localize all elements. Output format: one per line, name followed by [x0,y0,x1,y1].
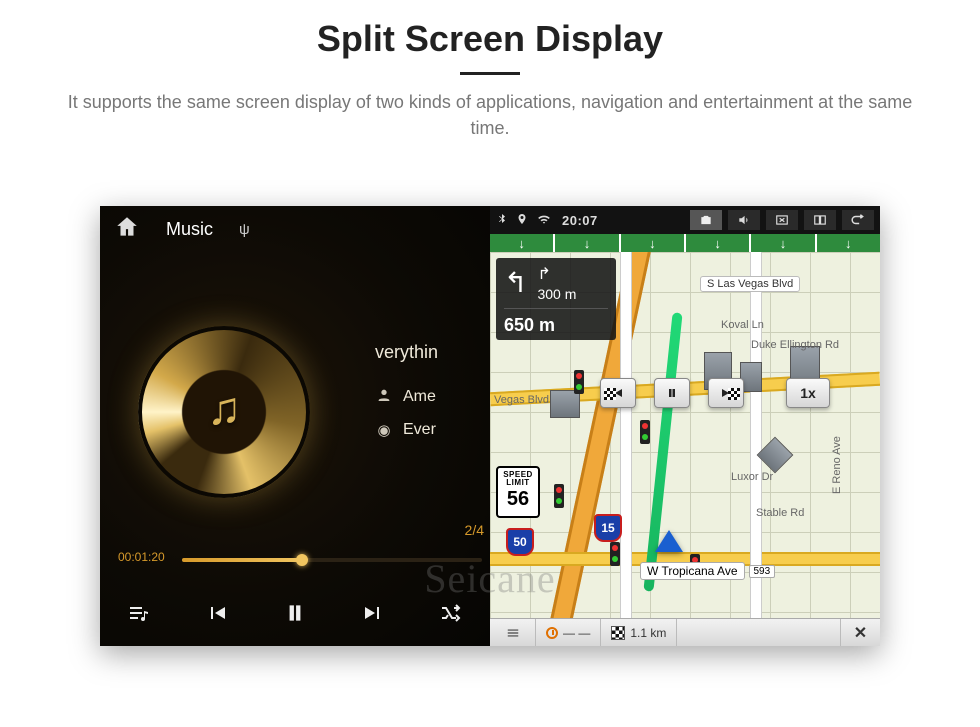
shuffle-button[interactable] [431,601,471,631]
close-app-button[interactable] [766,210,798,230]
sim-prev-button[interactable] [600,378,636,408]
page-description: It supports the same screen display of t… [60,89,920,141]
pause-button[interactable] [275,600,315,633]
street-label: Koval Ln [715,318,770,332]
home-icon[interactable] [114,214,140,245]
nav-menu-button[interactable] [490,619,536,646]
street-label: S Las Vegas Blvd [700,276,800,292]
track-counter: 2/4 [465,522,484,538]
music-topbar: Music ψ [100,206,490,252]
next-turn-icon: ↱ [537,264,576,284]
traffic-light-icon [574,370,584,394]
track-metadata: verythin Ame ◉ Ever [375,328,438,453]
checkered-flag-icon [604,388,616,400]
checkered-flag-icon [611,626,625,640]
wifi-icon [536,212,552,229]
traffic-light-icon [610,542,620,566]
eta-dash: — — [563,626,590,640]
turn-panel: ↰ ↱ 300 m 650 m [496,258,616,340]
elapsed-time: 00:01:20 [118,550,165,564]
seek-fill [182,558,302,562]
checkered-flag-icon [728,388,740,400]
sim-speed-button[interactable]: 1x [786,378,830,408]
sim-next-button[interactable] [708,378,744,408]
album-name: Ever [403,421,436,439]
screenshot-button[interactable] [690,210,722,230]
street-label: Stable Rd [750,506,810,520]
clock-icon [546,627,558,639]
disc-icon: ◉ [375,421,393,439]
location-icon [516,212,528,229]
playlist-button[interactable] [119,601,159,631]
turn-left-icon: ↰ [504,269,527,297]
album-art[interactable]: ♫ [138,326,310,498]
remaining-cell[interactable]: 1.1 km [601,619,677,646]
lane-arrow: ↓ [621,234,686,252]
speed-limit-label: SPEED LIMIT [498,471,538,488]
speed-limit-value: 56 [498,489,538,510]
artist-name: Ame [403,388,436,406]
building [550,390,580,418]
speed-limit-sign: SPEED LIMIT 56 [496,466,540,518]
nav-close-button[interactable]: ✕ [840,619,880,646]
usb-icon: ψ [239,221,250,238]
street-label-tropicana: W Tropicana Ave 593 [640,562,775,580]
bluetooth-icon [496,212,508,229]
highway-shield: 50 [506,528,534,556]
music-pane: Music ψ ♫ verythin Ame ◉ Ever 2/4 00:01:… [100,206,490,646]
music-note-icon: ♫ [207,381,242,435]
player-controls [100,586,490,646]
album-row: ◉ Ever [375,421,438,439]
lane-arrow: ↓ [751,234,816,252]
highway-shield: 15 [594,514,622,542]
street-label: Duke Ellington Rd [745,338,845,352]
street-label: E Reno Ave [830,430,844,500]
artist-row: Ame [375,387,438,407]
current-turn-distance: 650 m [504,315,608,336]
music-app-label: Music [166,219,213,240]
street-name: W Tropicana Ave [640,562,745,580]
street-label: Luxor Dr [725,470,779,484]
sim-pause-button[interactable] [654,378,690,408]
song-title-row: verythin [375,342,438,363]
remaining-distance: 1.1 km [630,626,666,640]
road [620,252,632,618]
device-frame: Music ψ ♫ verythin Ame ◉ Ever 2/4 00:01:… [100,206,880,646]
title-underline [460,72,520,75]
song-title: verythin [375,342,438,363]
volume-button[interactable] [728,210,760,230]
back-button[interactable] [842,210,874,230]
page-title: Split Screen Display [0,18,980,60]
status-bar: 20:07 [490,206,880,234]
navigation-pane: 20:07 ↓ ↓ [490,206,880,646]
lane-guidance-bar: ↓ ↓ ↓ ↓ ↓ ↓ [490,234,880,252]
traffic-light-icon [554,484,564,508]
lane-arrow: ↓ [490,234,555,252]
eta-cell[interactable]: — — [536,619,601,646]
route-number: 593 [749,565,776,578]
traffic-light-icon [640,420,650,444]
lane-arrow: ↓ [555,234,620,252]
seek-bar[interactable]: 00:01:20 [118,552,482,570]
split-screen-button[interactable] [804,210,836,230]
prev-button[interactable] [197,601,237,631]
street-label: Vegas Blvd [494,394,549,406]
status-clock: 20:07 [562,213,598,228]
lane-arrow: ↓ [686,234,751,252]
person-icon [375,387,393,407]
lane-arrow: ↓ [817,234,880,252]
next-button[interactable] [353,601,393,631]
vehicle-marker [655,530,683,552]
seek-thumb[interactable] [296,554,308,566]
nav-bottom-bar: — — 1.1 km ✕ [490,618,880,646]
next-turn-distance: 300 m [537,286,576,302]
